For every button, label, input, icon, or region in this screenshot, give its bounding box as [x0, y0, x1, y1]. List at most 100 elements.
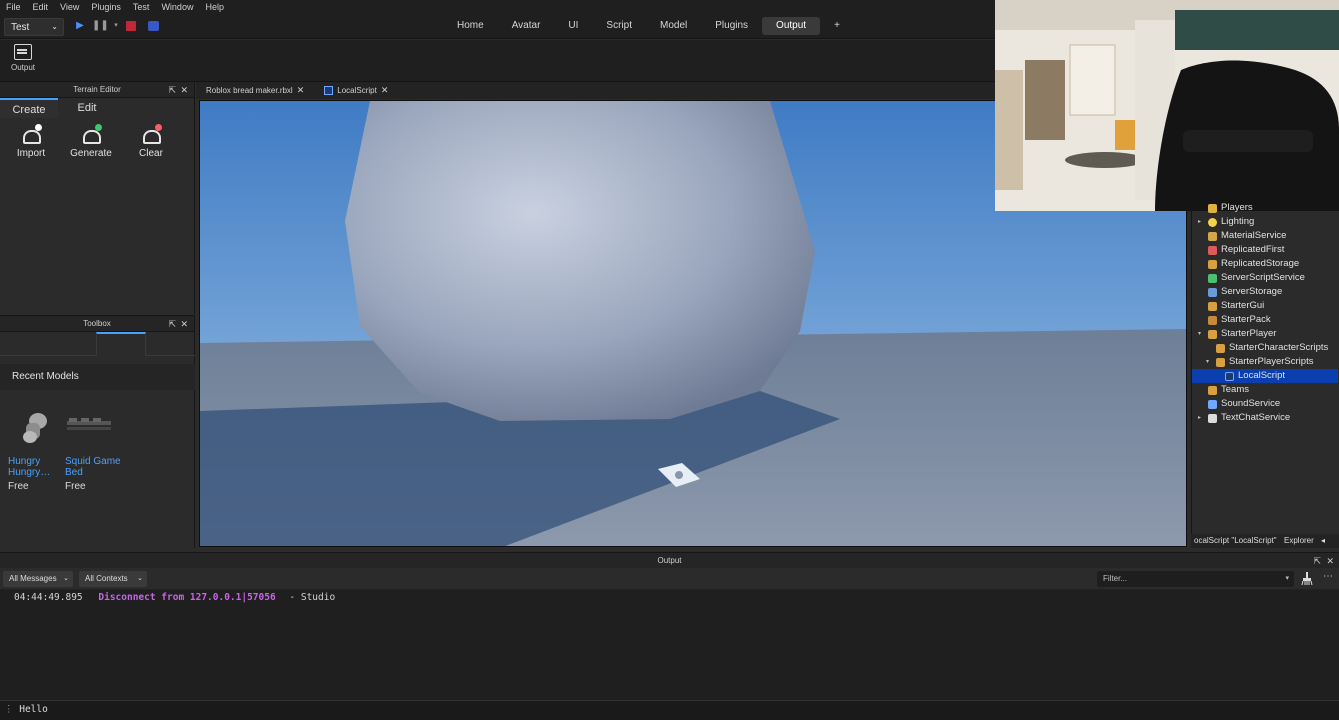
output-window-icon	[14, 44, 32, 60]
text-chat-service-icon	[1208, 414, 1217, 423]
menu-help[interactable]: Help	[205, 2, 224, 12]
webcam-overlay	[995, 0, 1339, 211]
chevron-down-icon: ⌄	[51, 22, 58, 31]
close-icon[interactable]: ✕	[180, 82, 188, 98]
more-options-icon[interactable]: ⋯	[1323, 571, 1333, 582]
play-icon[interactable]: ▶	[72, 18, 88, 34]
messages-filter-dropdown[interactable]: All Messages ⌄	[3, 571, 73, 587]
explorer-item-starterplayerscripts[interactable]: ▾ StarterPlayerScripts	[1192, 355, 1338, 369]
terrain-import-icon	[22, 124, 42, 144]
collapse-arrow-icon[interactable]: ▾	[1198, 327, 1201, 341]
doc-tab-label: LocalScript	[337, 86, 377, 95]
starter-pack-icon	[1208, 316, 1217, 325]
explorer-item-players[interactable]: Players	[1192, 201, 1338, 215]
close-icon[interactable]: ✕	[297, 82, 305, 99]
tab-create[interactable]: Create	[0, 98, 58, 118]
explorer-item-replicatedstorage[interactable]: ReplicatedStorage	[1192, 257, 1338, 271]
tab-edit[interactable]: Edit	[58, 98, 116, 118]
close-icon[interactable]: ✕	[381, 82, 389, 99]
output-ribbon-button[interactable]: Output	[8, 43, 38, 72]
command-bar[interactable]: ⋮ Hello	[0, 700, 1339, 720]
tab-plugins[interactable]: Plugins	[701, 17, 762, 35]
explorer-item-startergui[interactable]: StarterGui	[1192, 299, 1338, 313]
tab-add[interactable]: +	[820, 17, 854, 35]
undock-icon[interactable]: ⇱	[1313, 553, 1321, 569]
explorer-item-textchatservice[interactable]: ▸ TextChatService	[1192, 411, 1338, 425]
collapse-arrow-icon[interactable]: ▾	[1206, 355, 1209, 369]
model-price: Free	[65, 481, 86, 492]
menu-file[interactable]: File	[6, 2, 21, 12]
server-storage-icon	[1208, 288, 1217, 297]
generate-tool-button[interactable]: Generate	[66, 124, 116, 159]
players-icon	[1208, 204, 1217, 213]
menu-edit[interactable]: Edit	[33, 2, 49, 12]
log-timestamp: 04:44:49.895	[14, 592, 83, 603]
command-bar-text: Hello	[19, 704, 48, 715]
explorer-item-materialservice[interactable]: MaterialService	[1192, 229, 1338, 243]
tab-output[interactable]: Output	[762, 17, 821, 35]
explorer-item-soundservice[interactable]: SoundService	[1192, 397, 1338, 411]
menu-plugins[interactable]: Plugins	[91, 2, 121, 12]
tab-model[interactable]: Model	[646, 17, 701, 35]
starter-player-icon	[1208, 330, 1217, 339]
explorer-item-lighting[interactable]: ▸ Lighting	[1192, 215, 1338, 229]
explorer-item-teams[interactable]: Teams	[1192, 383, 1338, 397]
stop-icon[interactable]	[126, 21, 136, 31]
expand-arrow-icon[interactable]: ▸	[1198, 411, 1201, 425]
toolbox-tab[interactable]	[96, 332, 146, 356]
model-thumbnail	[23, 413, 47, 443]
explorer-item-startercharacterscripts[interactable]: StarterCharacterScripts	[1192, 341, 1338, 355]
explorer-item-serverstorage[interactable]: ServerStorage	[1192, 285, 1338, 299]
explorer-item-starterplayer[interactable]: ▾ StarterPlayer	[1192, 327, 1338, 341]
toolbox-header: Toolbox ⇱ ✕	[0, 316, 194, 332]
tab-avatar[interactable]: Avatar	[498, 17, 555, 35]
filter-placeholder: Filter...	[1103, 574, 1128, 583]
close-icon[interactable]: ✕	[180, 316, 188, 332]
pause-icon[interactable]: ❚❚	[92, 18, 109, 34]
import-tool-button[interactable]: Import	[6, 124, 56, 159]
explorer-item-serverscriptservice[interactable]: ServerScriptService	[1192, 271, 1338, 285]
output-filter-bar: All Messages ⌄ All Contexts ⌄ Filter... …	[0, 568, 1339, 590]
clear-tool-button[interactable]: Clear	[126, 124, 176, 159]
window-toggle-icon[interactable]	[148, 21, 159, 31]
contexts-filter-dropdown[interactable]: All Contexts ⌄	[79, 571, 147, 587]
folder-icon	[1216, 344, 1225, 353]
undock-icon[interactable]: ⇱	[168, 82, 176, 98]
tab-ui[interactable]: UI	[554, 17, 592, 35]
output-ribbon-label: Output	[10, 63, 35, 72]
doc-tab-localscript[interactable]: LocalScript ✕	[314, 82, 398, 99]
model-card[interactable]: Squid Game Bed Free	[65, 411, 135, 492]
model-name: Squid Game	[65, 456, 121, 467]
tab-script[interactable]: Script	[592, 17, 646, 35]
explorer-item-replicatedfirst[interactable]: ReplicatedFirst	[1192, 243, 1338, 257]
menu-window[interactable]: Window	[161, 2, 193, 12]
model-thumbnail	[67, 418, 111, 430]
menu-view[interactable]: View	[60, 2, 79, 12]
log-source: - Studio	[289, 592, 336, 603]
mode-select[interactable]: Test ⌄	[4, 18, 64, 36]
undock-icon[interactable]: ⇱	[168, 316, 176, 332]
expand-arrow-icon[interactable]: ▸	[1198, 215, 1201, 229]
explorer-item-starterpack[interactable]: StarterPack	[1192, 313, 1338, 327]
import-label: Import	[16, 148, 46, 159]
close-icon[interactable]: ✕	[1326, 553, 1334, 569]
local-script-icon	[324, 86, 334, 95]
explorer-status-bar: ocalScript "LocalScript" Explorer ◂	[1191, 534, 1339, 548]
explorer-item-localscript[interactable]: LocalScript	[1192, 369, 1338, 383]
explorer-tab[interactable]: Explorer	[1284, 534, 1314, 548]
messages-filter-value: All Messages	[9, 574, 57, 583]
toolbox-tab-row	[0, 332, 195, 356]
material-service-icon	[1208, 232, 1217, 241]
menu-test[interactable]: Test	[133, 2, 150, 12]
model-price: Free	[8, 481, 29, 492]
tab-home[interactable]: Home	[443, 17, 498, 35]
chevron-down-icon[interactable]: ▾	[108, 18, 124, 34]
server-script-service-icon	[1208, 274, 1217, 283]
model-name: Hungry	[8, 456, 41, 467]
output-filter-input[interactable]: Filter... ▾	[1097, 571, 1294, 587]
doc-tab-place[interactable]: Roblox bread maker.rbxl ✕	[196, 82, 314, 99]
clear-output-icon[interactable]	[1301, 572, 1313, 586]
model-card[interactable]: Hungry Hungry… Free	[8, 411, 64, 492]
model-name: Hungry…	[8, 467, 51, 478]
chevron-left-icon[interactable]: ◂	[1321, 534, 1325, 548]
